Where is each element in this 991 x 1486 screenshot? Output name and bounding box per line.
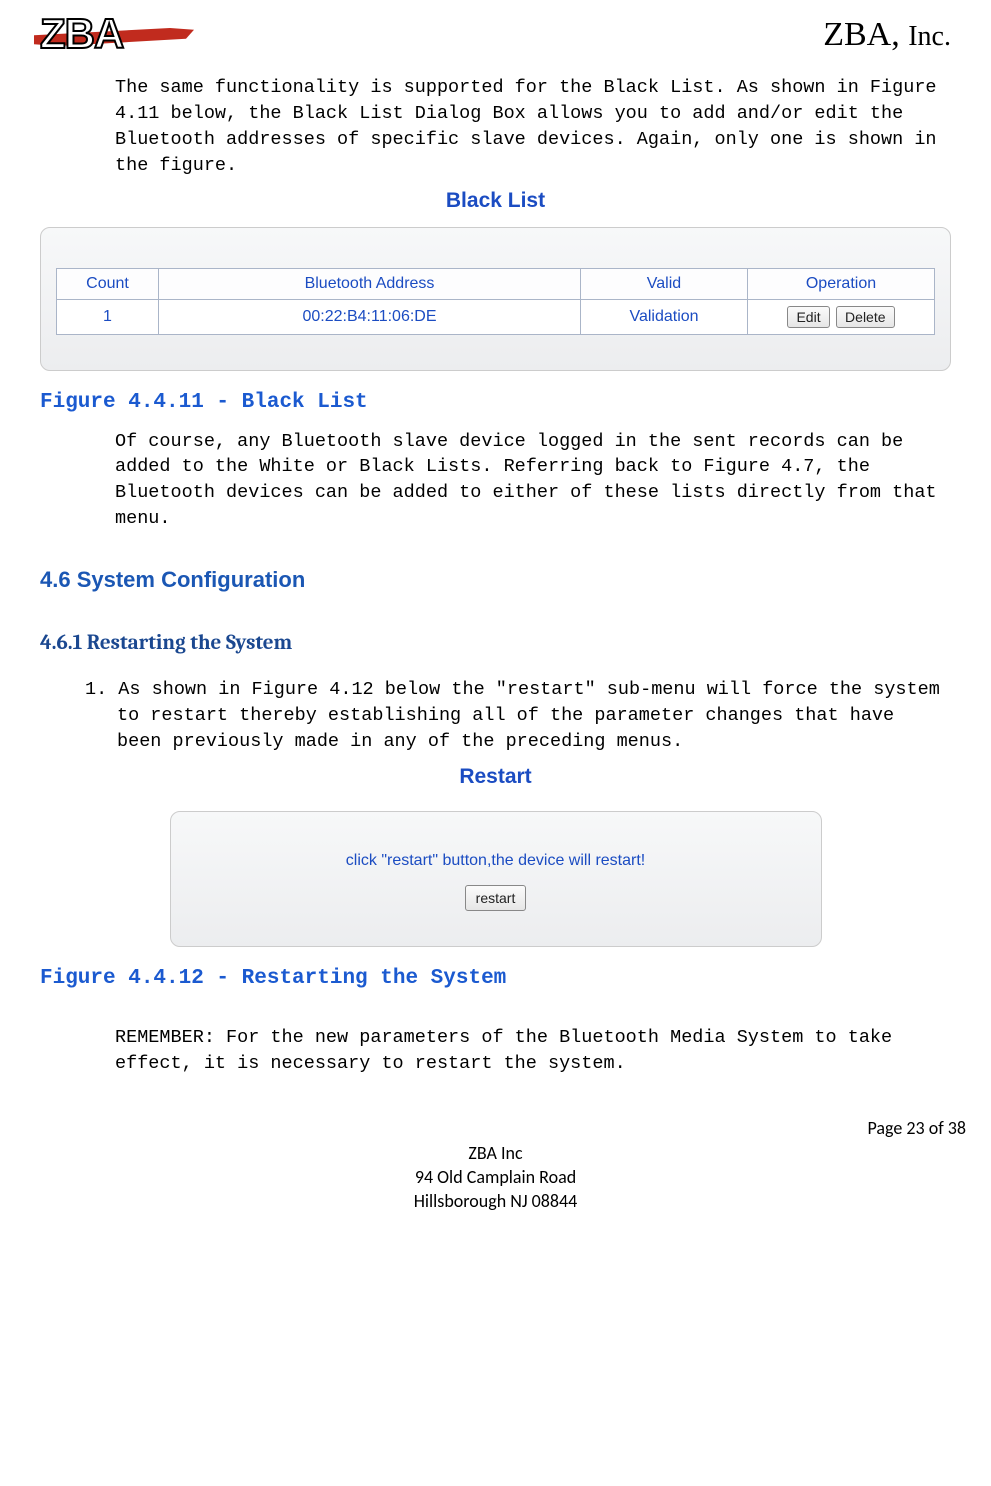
paragraph-2: Of course, any Bluetooth slave device lo… [115,429,946,533]
paragraph-intro: The same functionality is supported for … [115,75,946,179]
footer-line-2: 94 Old Camplain Road [40,1165,951,1189]
zba-logo: ZBA [40,10,190,60]
section-4-6-1-heading: 4.6.1 Restarting the System [40,631,951,655]
edit-button[interactable]: Edit [787,306,829,328]
delete-button[interactable]: Delete [836,306,894,328]
restart-button[interactable]: restart [465,885,527,911]
col-valid: Valid [581,268,748,299]
page-header: ZBA ZBA, Inc. [40,10,951,60]
logo-text: ZBA [40,10,123,57]
figure-caption-4-4-11: Figure 4.4.11 - Black List [40,391,951,414]
cell-count: 1 [57,299,159,334]
col-operation: Operation [748,268,935,299]
page-number: Page 23 of 38 [40,1117,966,1139]
footer-line-1: ZBA Inc [40,1141,951,1165]
paragraph-remember: REMEMBER: For the new parameters of the … [115,1025,946,1077]
blacklist-title: Black List [40,189,951,213]
company-name: ZBA, Inc. [823,16,951,54]
cell-address: 00:22:B4:11:06:DE [159,299,581,334]
table-row: 1 00:22:B4:11:06:DE Validation Edit Dele… [57,299,935,334]
numbered-step-1: 1. As shown in Figure 4.12 below the "re… [85,677,946,755]
col-address: Bluetooth Address [159,268,581,299]
section-4-6-heading: 4.6 System Configuration [40,567,951,593]
restart-panel: click "restart" button,the device will r… [170,811,822,947]
restart-title: Restart [40,765,951,789]
blacklist-panel: Count Bluetooth Address Valid Operation … [40,227,951,371]
footer-line-3: Hillsborough NJ 08844 [40,1189,951,1213]
footer: ZBA Inc 94 Old Camplain Road Hillsboroug… [40,1141,951,1214]
cell-valid: Validation [581,299,748,334]
figure-caption-4-4-12: Figure 4.4.12 - Restarting the System [40,967,951,990]
restart-instruction: click "restart" button,the device will r… [186,852,806,870]
blacklist-table: Count Bluetooth Address Valid Operation … [56,268,935,335]
table-header-row: Count Bluetooth Address Valid Operation [57,268,935,299]
cell-operation: Edit Delete [748,299,935,334]
col-count: Count [57,268,159,299]
